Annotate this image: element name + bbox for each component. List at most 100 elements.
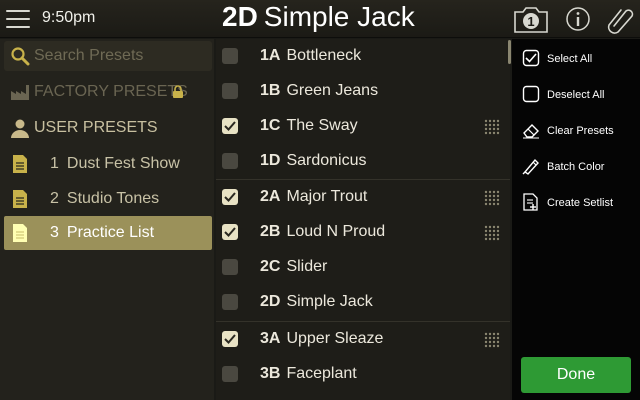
preset-list: 1A Bottleneck 1B Green Jeans 1C The Sway 1D… <box>216 39 510 400</box>
preset-id: 2C <box>260 258 281 275</box>
create-setlist-button[interactable]: Create Setlist <box>512 185 640 219</box>
preset-name: Simple Jack <box>286 293 373 310</box>
factory-presets-label: FACTORY PRESETS <box>34 83 188 100</box>
create-setlist-label: Create Setlist <box>547 197 614 209</box>
setlist-number: 2 <box>50 190 59 207</box>
scrollbar[interactable] <box>508 40 511 64</box>
user-icon <box>11 119 29 138</box>
current-preset-number: 2D <box>222 1 258 32</box>
preset-row[interactable]: 2D Simple Jack <box>216 285 510 320</box>
document-icon <box>13 224 27 242</box>
top-bar: 9:50pm 2D Simple Jack 1 <box>0 0 640 38</box>
setlist-label: Practice List <box>66 224 155 241</box>
search-icon <box>11 47 30 66</box>
preset-id: 2B <box>260 223 281 240</box>
drag-handle-icon[interactable] <box>484 119 500 135</box>
preset-row[interactable]: 1D Sardonicus <box>216 144 510 179</box>
preset-id: 2D <box>260 293 281 310</box>
preset-checkbox-checked[interactable] <box>222 189 238 205</box>
preset-row[interactable]: 1B Green Jeans <box>216 74 510 109</box>
user-presets-label: USER PRESETS <box>34 119 158 136</box>
preset-checkbox[interactable] <box>222 83 238 99</box>
preset-name: The Sway <box>286 117 358 134</box>
preset-checkbox-checked[interactable] <box>222 331 238 347</box>
setlist-number: 3 <box>50 224 59 241</box>
preset-checkbox[interactable] <box>222 48 238 64</box>
paperclip-icon[interactable] <box>606 4 634 34</box>
setlist-item[interactable]: 1 Dust Fest Show <box>4 147 212 181</box>
setlist-item[interactable]: 2 Studio Tones <box>4 182 212 216</box>
document-icon <box>13 190 27 208</box>
preset-id: 1C <box>260 117 281 134</box>
setlist-label: Studio Tones <box>66 190 160 207</box>
drag-handle-icon[interactable] <box>484 190 500 206</box>
preset-name: Loud N Proud <box>286 223 386 240</box>
done-button[interactable]: Done <box>521 357 631 393</box>
preset-name: Faceplant <box>286 365 357 382</box>
search-input[interactable] <box>34 44 206 68</box>
preset-id: 1A <box>260 47 281 64</box>
snapshot-icon[interactable]: 1 <box>512 4 550 34</box>
checkmark-icon <box>224 192 236 202</box>
deselect-all-label: Deselect All <box>547 89 605 101</box>
preset-name: Sardonicus <box>286 152 367 169</box>
factory-icon <box>11 85 29 100</box>
preset-id: 3B <box>260 365 281 382</box>
preset-id: 3A <box>260 330 281 347</box>
preset-name: Major Trout <box>286 188 368 205</box>
batch-color-label: Batch Color <box>547 161 605 173</box>
preset-row[interactable]: 3B Faceplant <box>216 357 510 392</box>
checkbox-checked-icon <box>522 49 540 67</box>
checkmark-icon <box>224 121 236 131</box>
preset-id: 1D <box>260 152 281 169</box>
drag-handle-icon[interactable] <box>484 225 500 241</box>
select-all-label: Select All <box>547 53 593 65</box>
user-presets-item[interactable]: USER PRESETS <box>4 111 212 145</box>
preset-checkbox[interactable] <box>222 366 238 382</box>
current-preset-name: Simple Jack <box>263 1 415 32</box>
preset-id: 2A <box>260 188 281 205</box>
new-setlist-icon <box>523 193 538 211</box>
preset-row[interactable]: 1C The Sway <box>216 109 510 144</box>
preset-row[interactable]: 1A Bottleneck <box>216 39 510 74</box>
action-panel: Select All Deselect All Clear Presets Ba… <box>512 39 640 400</box>
preset-title: 2D Simple Jack <box>222 1 415 33</box>
preset-checkbox-checked[interactable] <box>222 118 238 134</box>
preset-row[interactable]: 2A Major Trout <box>216 179 510 214</box>
setlist-label: Dust Fest Show <box>66 155 180 172</box>
select-all-button[interactable]: Select All <box>512 41 640 75</box>
lock-icon <box>173 85 183 98</box>
factory-presets-item[interactable]: FACTORY PRESETS <box>4 75 212 109</box>
batch-color-button[interactable]: Batch Color <box>512 149 640 183</box>
document-icon <box>13 155 27 173</box>
checkbox-empty-icon <box>522 85 540 103</box>
eraser-icon <box>523 124 539 139</box>
preset-row[interactable]: 2C Slider <box>216 250 510 285</box>
snapshot-number: 1 <box>527 14 534 29</box>
preset-checkbox-checked[interactable] <box>222 224 238 240</box>
preset-checkbox[interactable] <box>222 259 238 275</box>
preset-checkbox[interactable] <box>222 294 238 310</box>
palette-icon <box>522 158 539 175</box>
clock: 9:50pm <box>42 9 96 26</box>
preset-name: Upper Sleaze <box>286 330 384 347</box>
drag-handle-icon[interactable] <box>484 332 500 348</box>
checkmark-icon <box>224 227 236 237</box>
setlist-number: 1 <box>50 155 59 172</box>
preset-name: Green Jeans <box>286 82 379 99</box>
setlist-item-selected[interactable]: 3 Practice List <box>4 216 212 250</box>
info-icon[interactable] <box>564 4 592 34</box>
preset-name: Bottleneck <box>286 47 362 64</box>
preset-name: Slider <box>286 258 328 275</box>
deselect-all-button[interactable]: Deselect All <box>512 77 640 111</box>
search-box[interactable] <box>4 41 212 71</box>
preset-row[interactable]: 2B Loud N Proud <box>216 215 510 250</box>
clear-presets-button[interactable]: Clear Presets <box>512 113 640 147</box>
preset-row[interactable]: 3A Upper Sleaze <box>216 321 510 356</box>
preset-checkbox[interactable] <box>222 153 238 169</box>
checkmark-icon <box>224 334 236 344</box>
sidebar: FACTORY PRESETS USER PRESETS 1 Dust Fest … <box>0 39 214 400</box>
clear-presets-label: Clear Presets <box>547 125 614 137</box>
preset-id: 1B <box>260 82 281 99</box>
menu-icon[interactable] <box>6 8 32 30</box>
